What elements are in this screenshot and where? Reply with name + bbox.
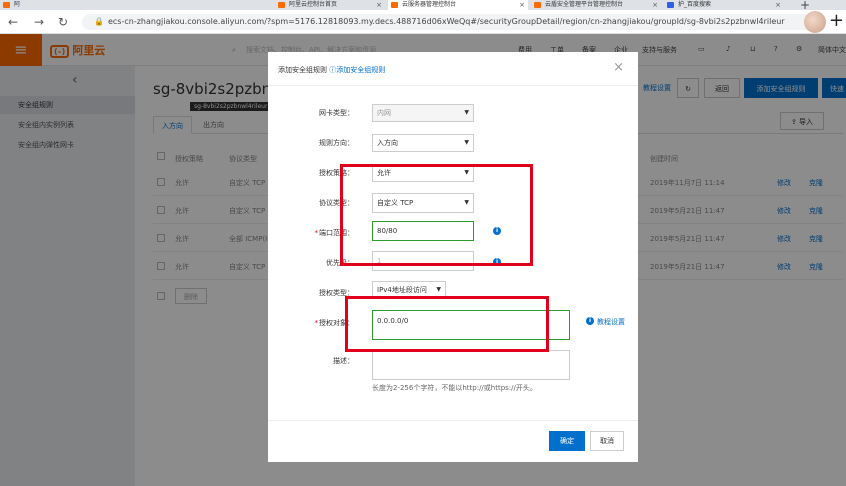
caret-down-icon: ▼ — [464, 109, 469, 116]
label-nic-type: 网卡类型： — [319, 109, 354, 117]
dialog-footer: 确定 取消 — [268, 420, 638, 462]
tutorial-link[interactable]: 教程设置 — [597, 317, 625, 327]
back-arrow-icon[interactable]: ← — [8, 14, 18, 30]
label-direction: 规则方向： — [319, 139, 354, 147]
label-auth-type: 授权类型： — [319, 289, 354, 297]
browser-tab[interactable]: 阿里云控制台首页 × — [275, 0, 385, 10]
baidu-favicon-icon — [667, 2, 674, 8]
help-link[interactable]: ⓘ添加安全组规则 — [329, 66, 385, 74]
browser-tab-active[interactable]: 云服务器管理控制台 × — [388, 0, 528, 10]
aliyun-favicon-icon — [3, 2, 10, 8]
description-hint: 长度为2-256个字符，不能以http://或https://开头。 — [372, 384, 537, 392]
close-tab-icon[interactable]: × — [376, 0, 382, 10]
plus-icon[interactable]: + — [829, 10, 844, 32]
close-icon[interactable]: × — [613, 60, 624, 75]
cancel-button[interactable]: 取消 — [590, 431, 624, 451]
aliyun-favicon-icon — [278, 2, 285, 8]
aliyun-favicon-icon — [391, 2, 398, 8]
confirm-button[interactable]: 确定 — [549, 431, 585, 451]
forward-arrow-icon[interactable]: → — [34, 14, 44, 30]
browser-tab-bar: 阿 阿里云控制台首页 × 云服务器管理控制台 × 云盾安全管理平台管理控制台 ×… — [0, 0, 846, 12]
nic-type-select[interactable]: 内网 ▼ — [372, 104, 474, 122]
browser-tab[interactable]: 阿 — [0, 0, 80, 10]
info-icon[interactable]: i — [586, 317, 594, 325]
lock-icon: 🔒 — [94, 17, 104, 26]
close-tab-icon[interactable]: × — [775, 0, 781, 10]
label-description: 描述： — [333, 357, 354, 365]
reload-icon[interactable]: ↻ — [58, 14, 68, 30]
highlight-annotation — [340, 164, 533, 266]
description-textarea[interactable] — [372, 350, 570, 380]
browser-tab[interactable]: 护_百度搜索 × — [664, 0, 784, 10]
caret-down-icon: ▼ — [464, 139, 469, 146]
close-tab-icon[interactable]: × — [519, 0, 525, 10]
close-tab-icon[interactable]: × — [652, 0, 658, 10]
profile-avatar[interactable] — [804, 11, 826, 33]
direction-select[interactable]: 入方向 ▼ — [372, 134, 474, 152]
url-input[interactable]: 🔒 ecs-cn-zhangjiakou.console.aliyun.com/?… — [82, 14, 812, 30]
highlight-annotation — [345, 296, 549, 352]
label-auth-object: *授权对象： — [314, 319, 355, 327]
address-bar: ← → ↻ 🔒 ecs-cn-zhangjiakou.console.aliyun… — [0, 10, 846, 34]
dialog-title: 添加安全组规则 ⓘ添加安全组规则 — [278, 66, 386, 74]
dialog-header: 添加安全组规则 ⓘ添加安全组规则 × — [268, 52, 638, 86]
aliyun-favicon-icon — [534, 2, 541, 8]
browser-tab[interactable]: 云盾安全管理平台管理控制台 × — [531, 0, 661, 10]
